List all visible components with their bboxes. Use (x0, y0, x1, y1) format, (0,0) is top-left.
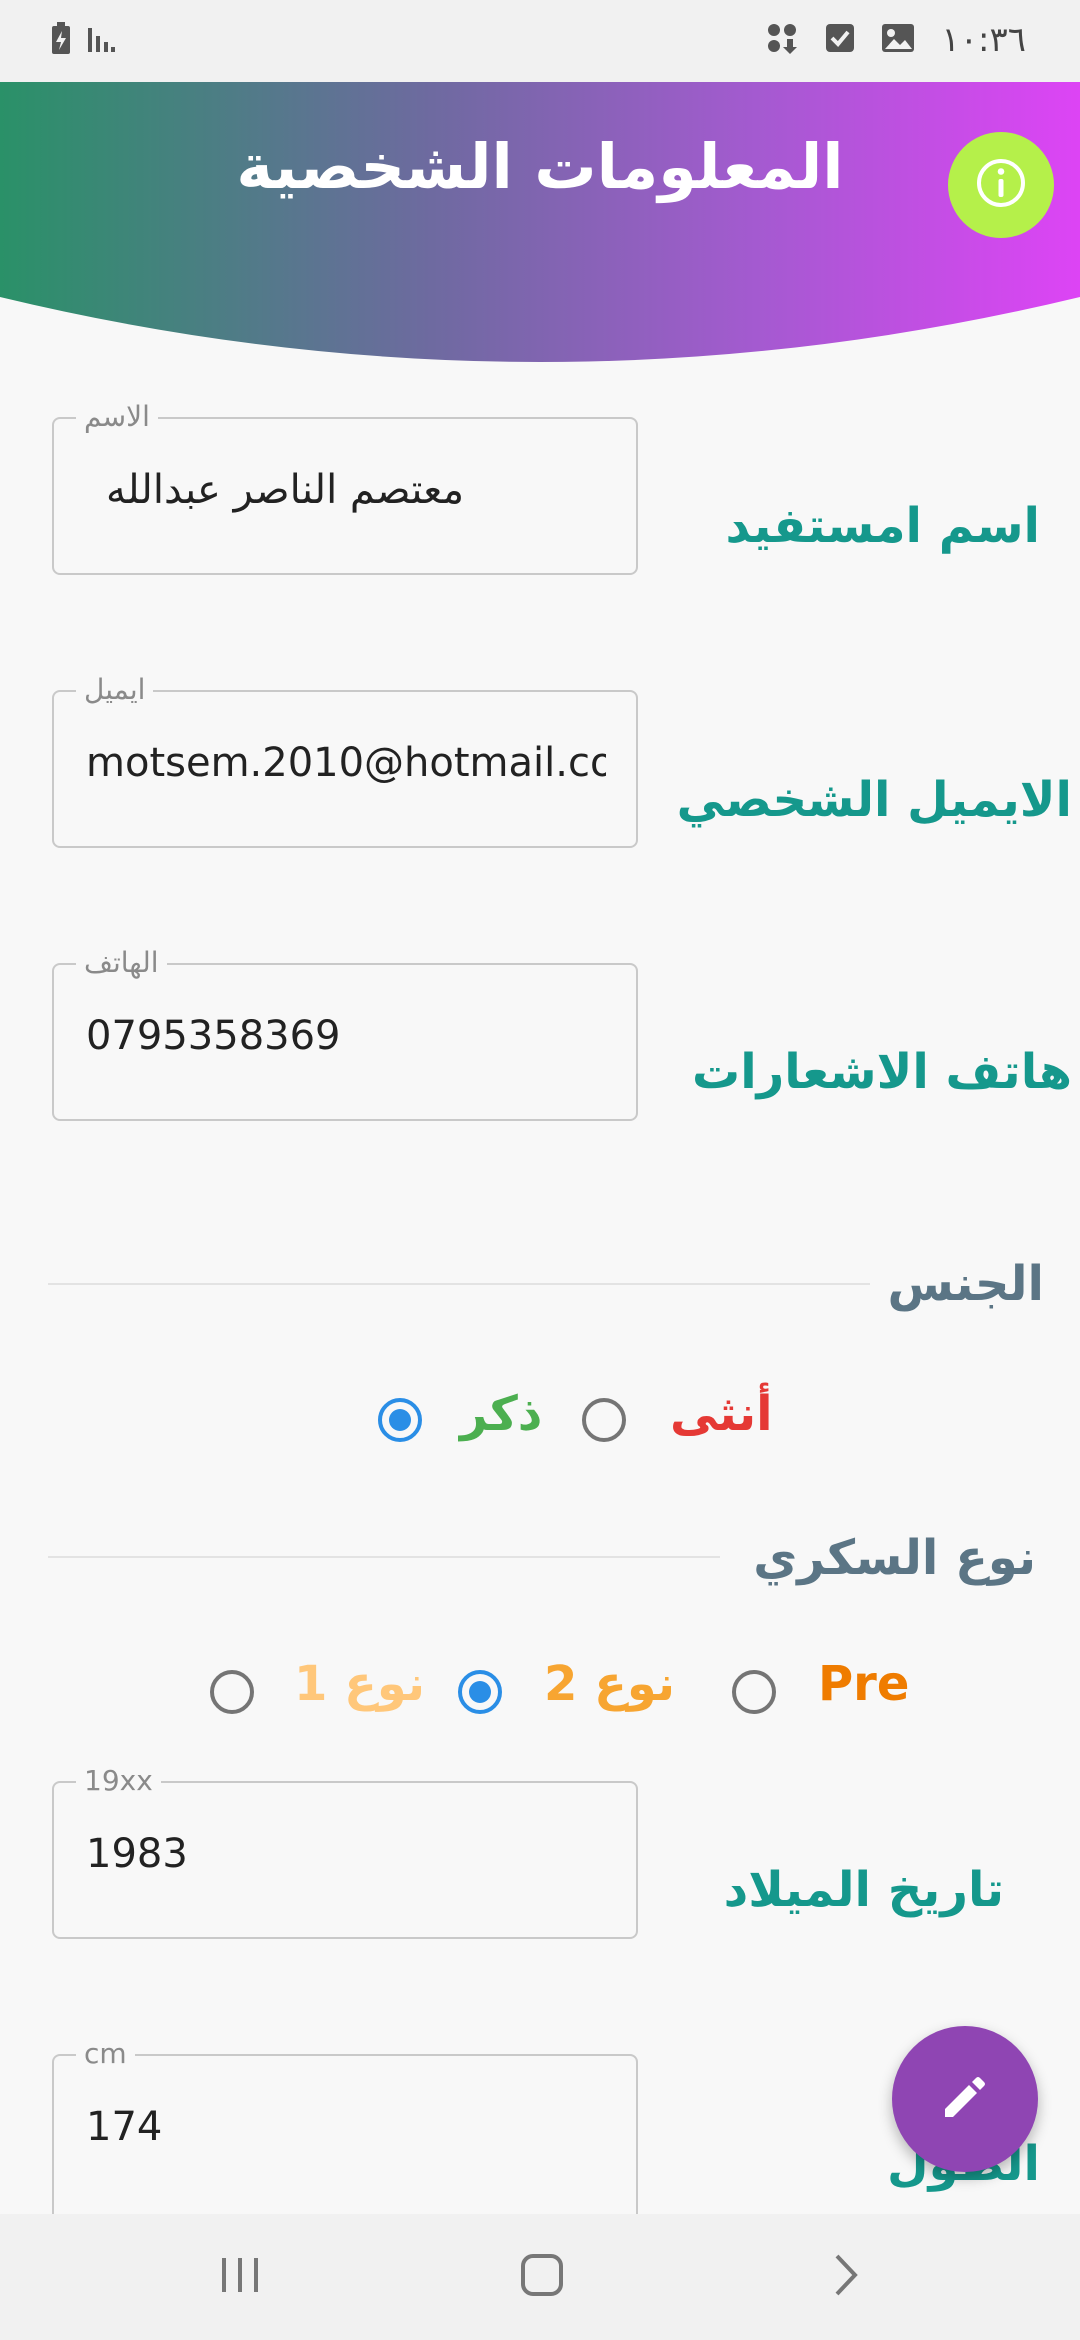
back-icon (831, 2252, 861, 2302)
birth-date-side-label: تاريخ الميلاد (723, 1862, 1004, 1918)
diabetes-pre-label[interactable]: Pre (818, 1656, 909, 1712)
email-field-label: ايميل (76, 672, 154, 708)
email-field[interactable]: ايميل motsem.2010@hotmail.com (52, 672, 638, 848)
back-button[interactable] (806, 2242, 886, 2312)
navigation-bar (0, 2214, 1080, 2340)
pencil-edit-icon (937, 2069, 993, 2129)
battery-charging-icon (50, 22, 72, 60)
image-icon (881, 23, 915, 57)
gender-title: الجنس (887, 1256, 1044, 1312)
home-icon (519, 2252, 565, 2302)
diabetes-type2-radio[interactable] (458, 1670, 502, 1714)
name-side-label: اسم امستفيد (725, 498, 1040, 554)
recent-apps-icon (218, 2254, 262, 2300)
height-field[interactable]: cm 174 (52, 2036, 638, 2214)
phone-input[interactable]: 0795358369 (86, 1013, 606, 1059)
birth-year-field-label: 19xx (76, 1763, 161, 1799)
email-side-label: الايميل الشخصي (676, 772, 1072, 828)
birth-year-input[interactable]: 1983 (86, 1831, 606, 1877)
home-button[interactable] (502, 2242, 582, 2312)
name-field-label: الاسم (76, 399, 158, 435)
status-time: ١٠:٣٦ (941, 20, 1026, 60)
edit-fab-button[interactable] (892, 2026, 1038, 2172)
phone-field[interactable]: الهاتف 0795358369 (52, 945, 638, 1121)
email-input[interactable]: motsem.2010@hotmail.com (86, 740, 606, 786)
phone-side-label: هاتف الاشعارات (691, 1044, 1072, 1100)
phone-field-label: الهاتف (76, 945, 167, 981)
header-background (0, 82, 1080, 362)
height-field-label: cm (76, 2036, 135, 2072)
header: المعلومات الشخصية (0, 82, 1080, 377)
name-input[interactable]: معتصم الناصر عبدالله (104, 467, 464, 513)
birth-year-field[interactable]: 19xx 1983 (52, 1763, 638, 1939)
diabetes-type2-label[interactable]: نوع 2 (544, 1656, 675, 1712)
info-button[interactable] (948, 132, 1054, 238)
checkbox-icon (825, 23, 855, 57)
name-field[interactable]: الاسم معتصم الناصر عبدالله (52, 399, 638, 575)
signal-bars-icon (86, 24, 116, 58)
diabetes-type1-label[interactable]: نوع 1 (294, 1656, 425, 1712)
app-grid-download-icon (765, 21, 799, 59)
diabetes-type1-radio[interactable] (210, 1670, 254, 1714)
diabetes-divider (48, 1556, 720, 1558)
recent-apps-button[interactable] (200, 2242, 280, 2312)
diabetes-type-title: نوع السكري (753, 1530, 1036, 1586)
gender-divider (48, 1283, 870, 1285)
gender-female-radio[interactable] (582, 1398, 626, 1442)
gender-male-label[interactable]: ذكر (460, 1386, 542, 1442)
info-icon (973, 155, 1029, 215)
status-bar: ١٠:٣٦ (0, 0, 1080, 82)
gender-male-radio[interactable] (378, 1398, 422, 1442)
height-input[interactable]: 174 (86, 2104, 606, 2150)
gender-female-label[interactable]: أنثى (670, 1386, 773, 1442)
page-title: المعلومات الشخصية (236, 130, 844, 203)
diabetes-pre-radio[interactable] (732, 1670, 776, 1714)
